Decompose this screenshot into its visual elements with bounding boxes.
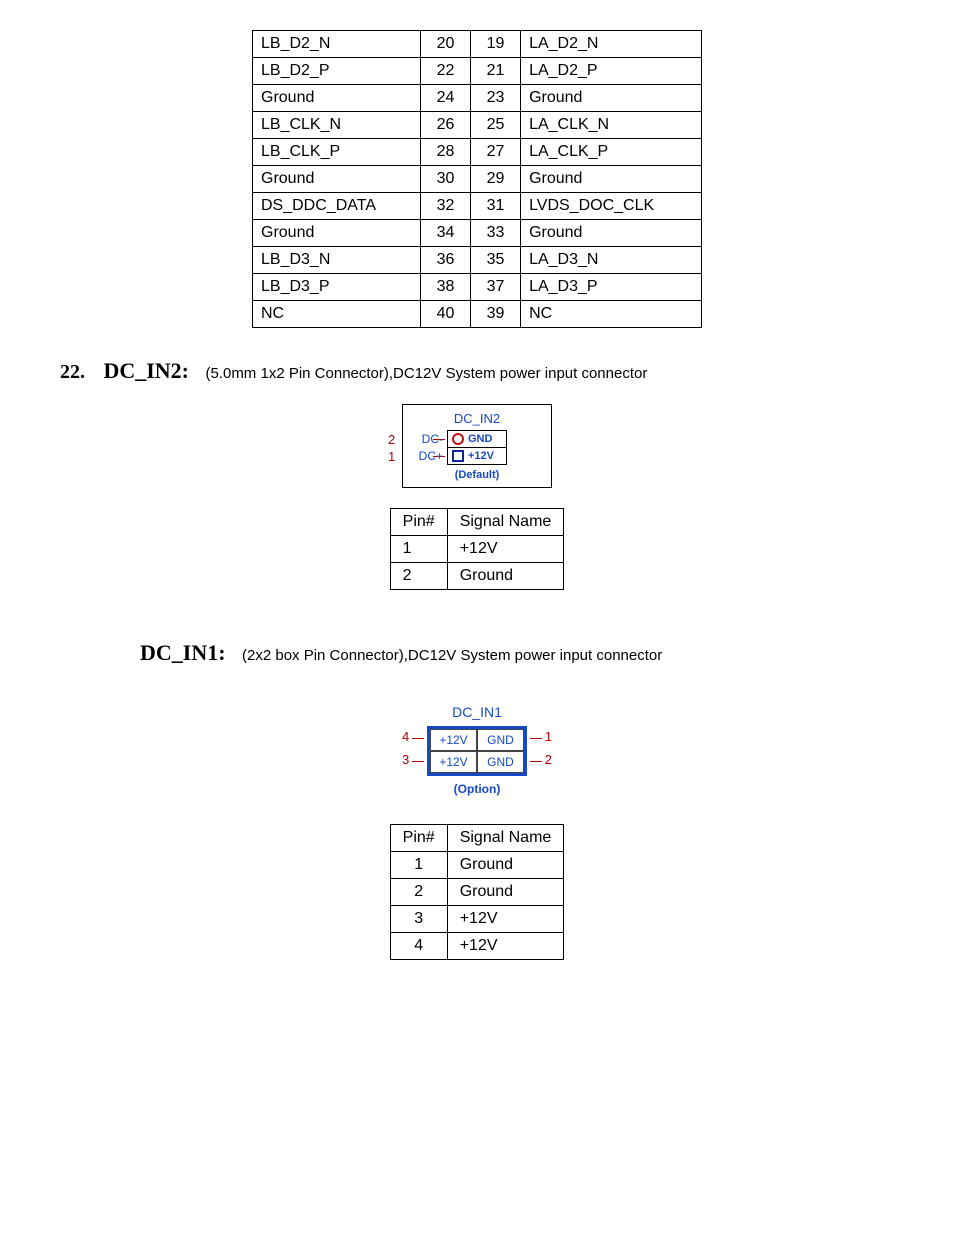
section-heading-dc-in2: 22. DC_IN2: (5.0mm 1x2 Pin Connector),DC…	[60, 358, 894, 384]
cell-gnd: GND	[477, 751, 524, 773]
cell-gnd: GND	[477, 729, 524, 751]
pin-line	[412, 738, 424, 739]
pin-label-dc-minus: DC-	[398, 432, 443, 446]
section-title: DC_IN2:	[103, 358, 189, 383]
table-row: Ground2423Ground	[253, 85, 702, 112]
pin-label-dc-plus: DC+	[398, 449, 443, 463]
signal-gnd: GND	[468, 433, 492, 445]
dc-in1-pin-table: Pin# Signal Name 1 Ground 2 Ground 3 +12…	[390, 824, 565, 960]
diagram-title: DC_IN1	[396, 704, 558, 720]
table-row: LB_CLK_P2827LA_CLK_P	[253, 139, 702, 166]
pin-line	[530, 738, 542, 739]
table-header: Pin# Signal Name	[390, 509, 564, 536]
header-signal: Signal Name	[447, 825, 564, 852]
table-row: 1 +12V	[390, 536, 564, 563]
table-row: LB_D2_P2221LA_D2_P	[253, 58, 702, 85]
dc-in2-pin-table: Pin# Signal Name 1 +12V 2 Ground	[390, 508, 565, 590]
dc-in2-diagram: DC_IN2 2 DC- GND 1	[60, 404, 894, 488]
cell-signal-left: LB_D2_N	[253, 31, 421, 58]
table-row: 1 Ground	[390, 852, 564, 879]
cell-12v: +12V	[430, 751, 477, 773]
cell-12v: +12V	[430, 729, 477, 751]
table-row: NC4039NC	[253, 301, 702, 328]
default-label: (Default)	[403, 469, 551, 481]
option-label: (Option)	[396, 782, 558, 796]
pin-line	[412, 761, 424, 762]
pin-number-1: 1	[545, 729, 552, 744]
table-row: Ground3029Ground	[253, 166, 702, 193]
pin-number-2: 2	[388, 432, 395, 447]
header-signal: Signal Name	[447, 509, 564, 536]
pin-number-1: 1	[388, 449, 395, 464]
cell-pin-left: 20	[421, 31, 471, 58]
table-row: 2 Ground	[390, 563, 564, 590]
gnd-circle-icon	[452, 433, 464, 445]
cell-signal-right: LA_D2_N	[521, 31, 702, 58]
table-row: 4 +12V	[390, 933, 564, 960]
diagram-title: DC_IN2	[403, 411, 551, 426]
cell-pin-right: 19	[471, 31, 521, 58]
table-header: Pin# Signal Name	[390, 825, 564, 852]
pin-line	[530, 761, 542, 762]
table-row: LB_D3_N3635LA_D3_N	[253, 247, 702, 274]
table-row: 3 +12V	[390, 906, 564, 933]
header-pin: Pin#	[390, 509, 447, 536]
v12-square-icon	[452, 450, 464, 462]
pinout-table-top: LB_D2_N2019LA_D2_N LB_D2_P2221LA_D2_P Gr…	[252, 30, 702, 328]
section-description: (2x2 box Pin Connector),DC12V System pow…	[242, 647, 662, 664]
table-row: 2 Ground	[390, 879, 564, 906]
table-row: Ground3433Ground	[253, 220, 702, 247]
section-title: DC_IN1:	[140, 640, 226, 665]
pin-number-4: 4	[402, 729, 409, 744]
table-row: LB_CLK_N2625LA_CLK_N	[253, 112, 702, 139]
table-row: DS_DDC_DATA3231LVDS_DOC_CLK	[253, 193, 702, 220]
pin-number-3: 3	[402, 752, 409, 767]
dc-in1-diagram: DC_IN1 4 3 1 2 +12V GND +12V GND (Option…	[60, 696, 894, 804]
signal-12v: +12V	[468, 450, 494, 462]
table-row: LB_D3_P3837LA_D3_P	[253, 274, 702, 301]
section-number: 22.	[60, 361, 85, 383]
section-heading-dc-in1: DC_IN1: (2x2 box Pin Connector),DC12V Sy…	[140, 640, 894, 666]
table-row: LB_D2_N2019LA_D2_N	[253, 31, 702, 58]
section-description: (5.0mm 1x2 Pin Connector),DC12V System p…	[205, 365, 647, 382]
pin-number-2: 2	[545, 752, 552, 767]
header-pin: Pin#	[390, 825, 447, 852]
